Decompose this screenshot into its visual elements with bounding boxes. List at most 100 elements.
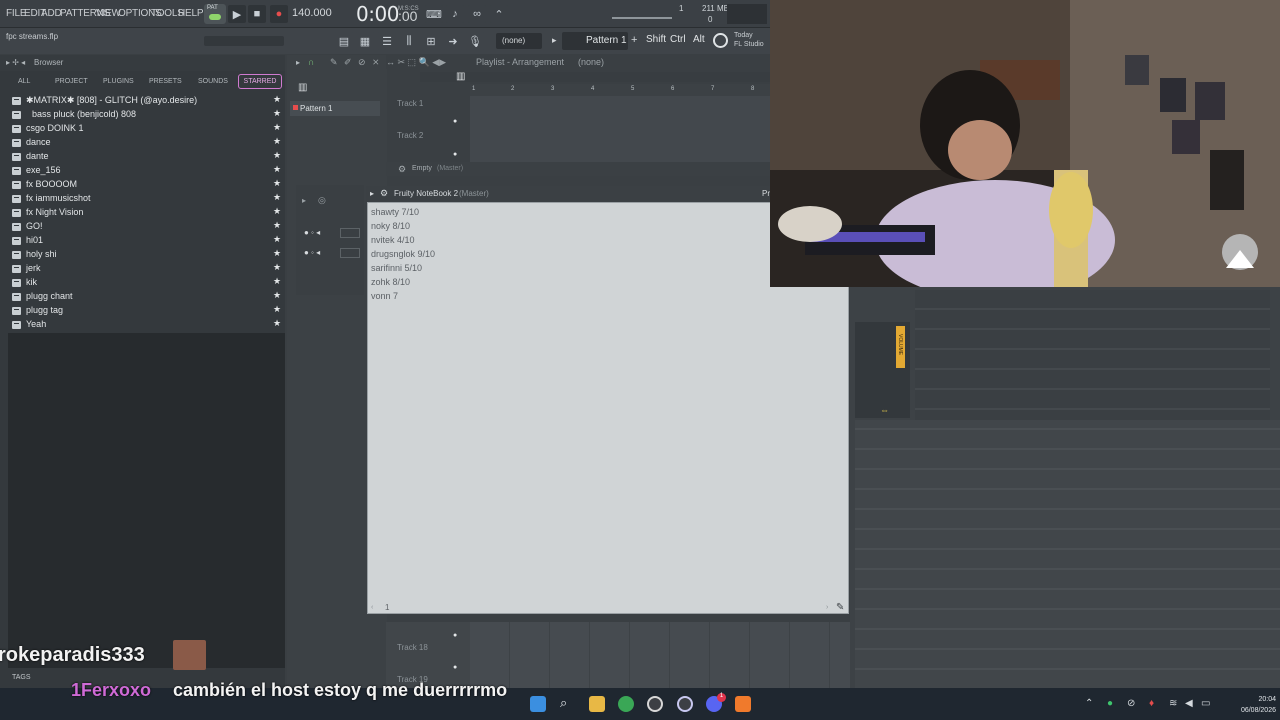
stop-button[interactable]: ■ — [248, 5, 266, 23]
playlist-button[interactable]: ▤ — [335, 32, 353, 50]
menu-add[interactable]: ADD — [41, 8, 62, 19]
browser-item[interactable]: dance ★ — [10, 136, 285, 150]
browser-item[interactable]: exe_156 ★ — [10, 164, 285, 178]
star-icon[interactable]: ★ — [273, 290, 281, 301]
obs-icon[interactable] — [647, 696, 663, 712]
browser-item[interactable]: csgo DOINK 1 ★ — [10, 122, 285, 136]
tab-all[interactable]: ALL — [18, 78, 30, 85]
star-icon[interactable]: ★ — [273, 178, 281, 189]
star-icon[interactable]: ★ — [273, 108, 281, 119]
arrow-right-icon[interactable]: ▸ — [302, 196, 306, 205]
browser-item[interactable]: fx iammusicshot ★ — [10, 192, 285, 206]
magnet-icon[interactable]: ∩ — [308, 57, 314, 67]
browser-item[interactable]: jerk ★ — [10, 262, 285, 276]
target-icon[interactable]: ◎ — [318, 195, 326, 206]
news-panel[interactable]: Today FL Studio — [734, 31, 764, 49]
browser-item[interactable]: hi01 ★ — [10, 234, 285, 248]
browser-item[interactable]: GO! ★ — [10, 220, 285, 234]
ctrl-key-button[interactable]: Ctrl — [670, 34, 686, 45]
browser-item[interactable]: Yeah ★ — [10, 318, 285, 332]
playlist-tool-icons[interactable]: ↔ ✂ ⬚ 🔍 ◀▶ — [386, 57, 446, 68]
pencil-icon[interactable]: ✎ — [330, 57, 338, 68]
star-icon[interactable]: ★ — [273, 276, 281, 287]
wait-input-button[interactable]: ∞ — [468, 5, 486, 23]
browser-item[interactable]: fx BOOOOM ★ — [10, 178, 285, 192]
browser-button[interactable]: ⊞ — [422, 32, 440, 50]
browser-item[interactable]: ✱MATRIX✱ [808] - GLITCH (@ayo.desire) ★ — [10, 94, 285, 108]
countdown-button[interactable]: ⌃ — [490, 5, 508, 23]
playlist-lower-grid[interactable] — [470, 622, 850, 688]
delete-icon[interactable]: ⊘ — [358, 57, 366, 68]
channel-slot[interactable] — [340, 228, 360, 238]
snap-selector[interactable]: (none) — [496, 33, 542, 49]
browser-item[interactable]: dante ★ — [10, 150, 285, 164]
page-next-icon[interactable]: › — [826, 604, 828, 611]
notebook-text[interactable]: shawty 7/10 noky 8/10 nvitek 4/10 drugsn… — [371, 205, 435, 303]
track-active-dot[interactable]: ● — [453, 632, 457, 639]
mixer-button[interactable]: ⫼ — [400, 32, 418, 50]
windows-start-icon[interactable] — [530, 696, 546, 712]
volume-envelope-tab[interactable]: VOLUME — [896, 326, 905, 368]
paint-icon[interactable]: ✐ — [344, 57, 352, 68]
star-icon[interactable]: ★ — [273, 192, 281, 203]
star-icon[interactable]: ★ — [273, 122, 281, 133]
page-prev-icon[interactable]: ‹ — [371, 604, 373, 611]
volume-icon[interactable]: ◀ — [1185, 698, 1193, 709]
record-button[interactable]: ● — [270, 5, 288, 23]
chevron-up-icon[interactable]: ⌃ — [1085, 698, 1093, 709]
taskbar-clock[interactable]: 20:04 06/08/2026 — [1236, 694, 1276, 716]
knob-icon[interactable]: ● ◦ ◂ — [304, 248, 320, 257]
pattern-selector[interactable]: Pattern 1 — [562, 32, 628, 50]
track-active-dot[interactable]: ● — [453, 118, 457, 125]
playlist-piano-icon[interactable]: ▥ — [456, 71, 468, 82]
app-tray-icon[interactable]: ● — [1107, 698, 1113, 709]
wifi-icon[interactable]: ≋ — [1169, 698, 1177, 709]
plugin-picker-button[interactable]: ➜ — [444, 32, 462, 50]
channel-slot[interactable] — [340, 248, 360, 258]
track-label[interactable]: Track 2 — [397, 131, 423, 140]
tempo-display[interactable]: 140.000 — [292, 7, 332, 19]
network-off-icon[interactable]: ⊘ — [1127, 698, 1135, 709]
play-button[interactable]: ▶ — [228, 5, 246, 23]
microphone-icon[interactable]: ♦ — [1149, 698, 1154, 709]
star-icon[interactable]: ★ — [273, 234, 281, 245]
fl-studio-icon[interactable] — [735, 696, 751, 712]
star-icon[interactable]: ★ — [273, 220, 281, 231]
pattern-prev-icon[interactable]: ▸ — [552, 35, 557, 46]
metronome-button[interactable]: ♪ — [446, 5, 464, 23]
channel-rack-button[interactable]: ☰ — [378, 32, 396, 50]
track-label[interactable]: Track 1 — [397, 99, 423, 108]
add-pattern-icon[interactable]: + — [631, 34, 637, 46]
star-icon[interactable]: ★ — [273, 164, 281, 175]
typing-keyboard-button[interactable]: ⌨ — [425, 5, 443, 23]
knob-icon[interactable]: ● ◦ ◂ — [304, 228, 320, 237]
search-icon[interactable]: ⌕ — [560, 695, 567, 711]
record-audio-button[interactable]: 🎙 — [466, 32, 484, 50]
browser-menu-icon[interactable]: ▸ ✢ ◂ — [6, 58, 25, 67]
piano-roll-button[interactable]: ▦ — [356, 32, 374, 50]
star-icon[interactable]: ★ — [273, 304, 281, 315]
browser-item[interactable]: bass pluck (benjicold) 808 ★ — [10, 108, 285, 122]
browser-item[interactable]: holy shi ★ — [10, 248, 285, 262]
star-icon[interactable]: ★ — [273, 206, 281, 217]
browser-item[interactable]: fx Night Vision ★ — [10, 206, 285, 220]
alt-key-button[interactable]: Alt — [693, 34, 705, 45]
master-pitch-slider[interactable] — [612, 17, 672, 19]
battery-icon[interactable]: ▭ — [1201, 698, 1210, 709]
file-explorer-icon[interactable] — [589, 696, 605, 712]
tab-project[interactable]: PROJECT — [55, 78, 88, 85]
link-arrows-icon[interactable]: ⇔ — [880, 405, 889, 415]
tab-presets[interactable]: PRESETS — [149, 78, 182, 85]
star-icon[interactable]: ★ — [273, 136, 281, 147]
pat-song-toggle[interactable]: PAT — [204, 4, 226, 24]
pencil-icon[interactable]: ✎ — [836, 602, 844, 613]
star-icon[interactable]: ★ — [273, 248, 281, 259]
arrow-right-icon[interactable]: ▸ — [296, 58, 300, 67]
browser-item[interactable]: plugg chant ★ — [10, 290, 285, 304]
gear-icon[interactable]: ⚙ — [380, 188, 388, 199]
piano-icon[interactable]: ▥ — [298, 82, 312, 94]
playlist-scrollbar[interactable] — [420, 72, 770, 82]
playlist-ruler[interactable] — [470, 84, 770, 96]
pattern-list-item[interactable]: Pattern 1 — [290, 101, 380, 116]
app-icon[interactable] — [677, 696, 693, 712]
